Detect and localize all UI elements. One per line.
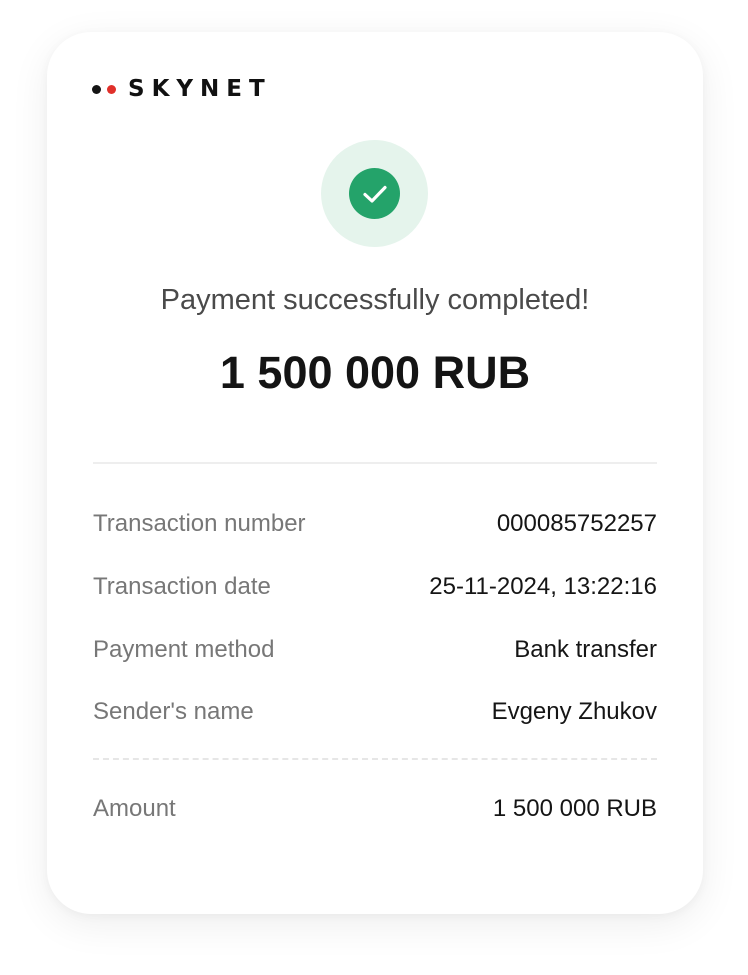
detail-value: Evgeny Zhukov (491, 698, 657, 725)
check-icon (349, 168, 400, 219)
payment-amount: 1 500 000 RUB (219, 347, 531, 398)
detail-row-transaction-number: Transaction number 000085752257 (93, 506, 657, 542)
brand-name: SKYNET (128, 76, 272, 102)
detail-label: Transaction number (93, 510, 306, 537)
detail-value: Bank transfer (514, 636, 657, 663)
total-value: 1 500 000 RUB (492, 795, 657, 822)
detail-value: 25-11-2024, 13:22:16 (429, 573, 657, 600)
logo-dot-dark (92, 84, 101, 94)
two-dots-logo-icon (92, 84, 116, 94)
divider (93, 462, 657, 464)
detail-row-transaction-date: Transaction date 25-11-2024, 13:22:16 (93, 569, 657, 605)
logo-dot-red (107, 84, 116, 94)
total-amount-row: Amount 1 500 000 RUB (93, 791, 657, 827)
receipt-card: SKYNET Payment successfully completed! 1… (47, 32, 703, 914)
detail-row-sender-name: Sender's name Evgeny Zhukov (93, 694, 657, 730)
skynet-logo: SKYNET (92, 76, 272, 102)
total-label: Amount (93, 795, 176, 822)
payment-status-headline: Payment successfully completed! (160, 284, 590, 316)
detail-value: 000085752257 (496, 510, 657, 537)
success-status (321, 140, 428, 247)
detail-label: Sender's name (93, 698, 254, 725)
detail-label: Transaction date (93, 573, 271, 600)
detail-row-payment-method: Payment method Bank transfer (93, 632, 657, 668)
detail-label: Payment method (93, 636, 275, 663)
dashed-divider (93, 758, 657, 760)
